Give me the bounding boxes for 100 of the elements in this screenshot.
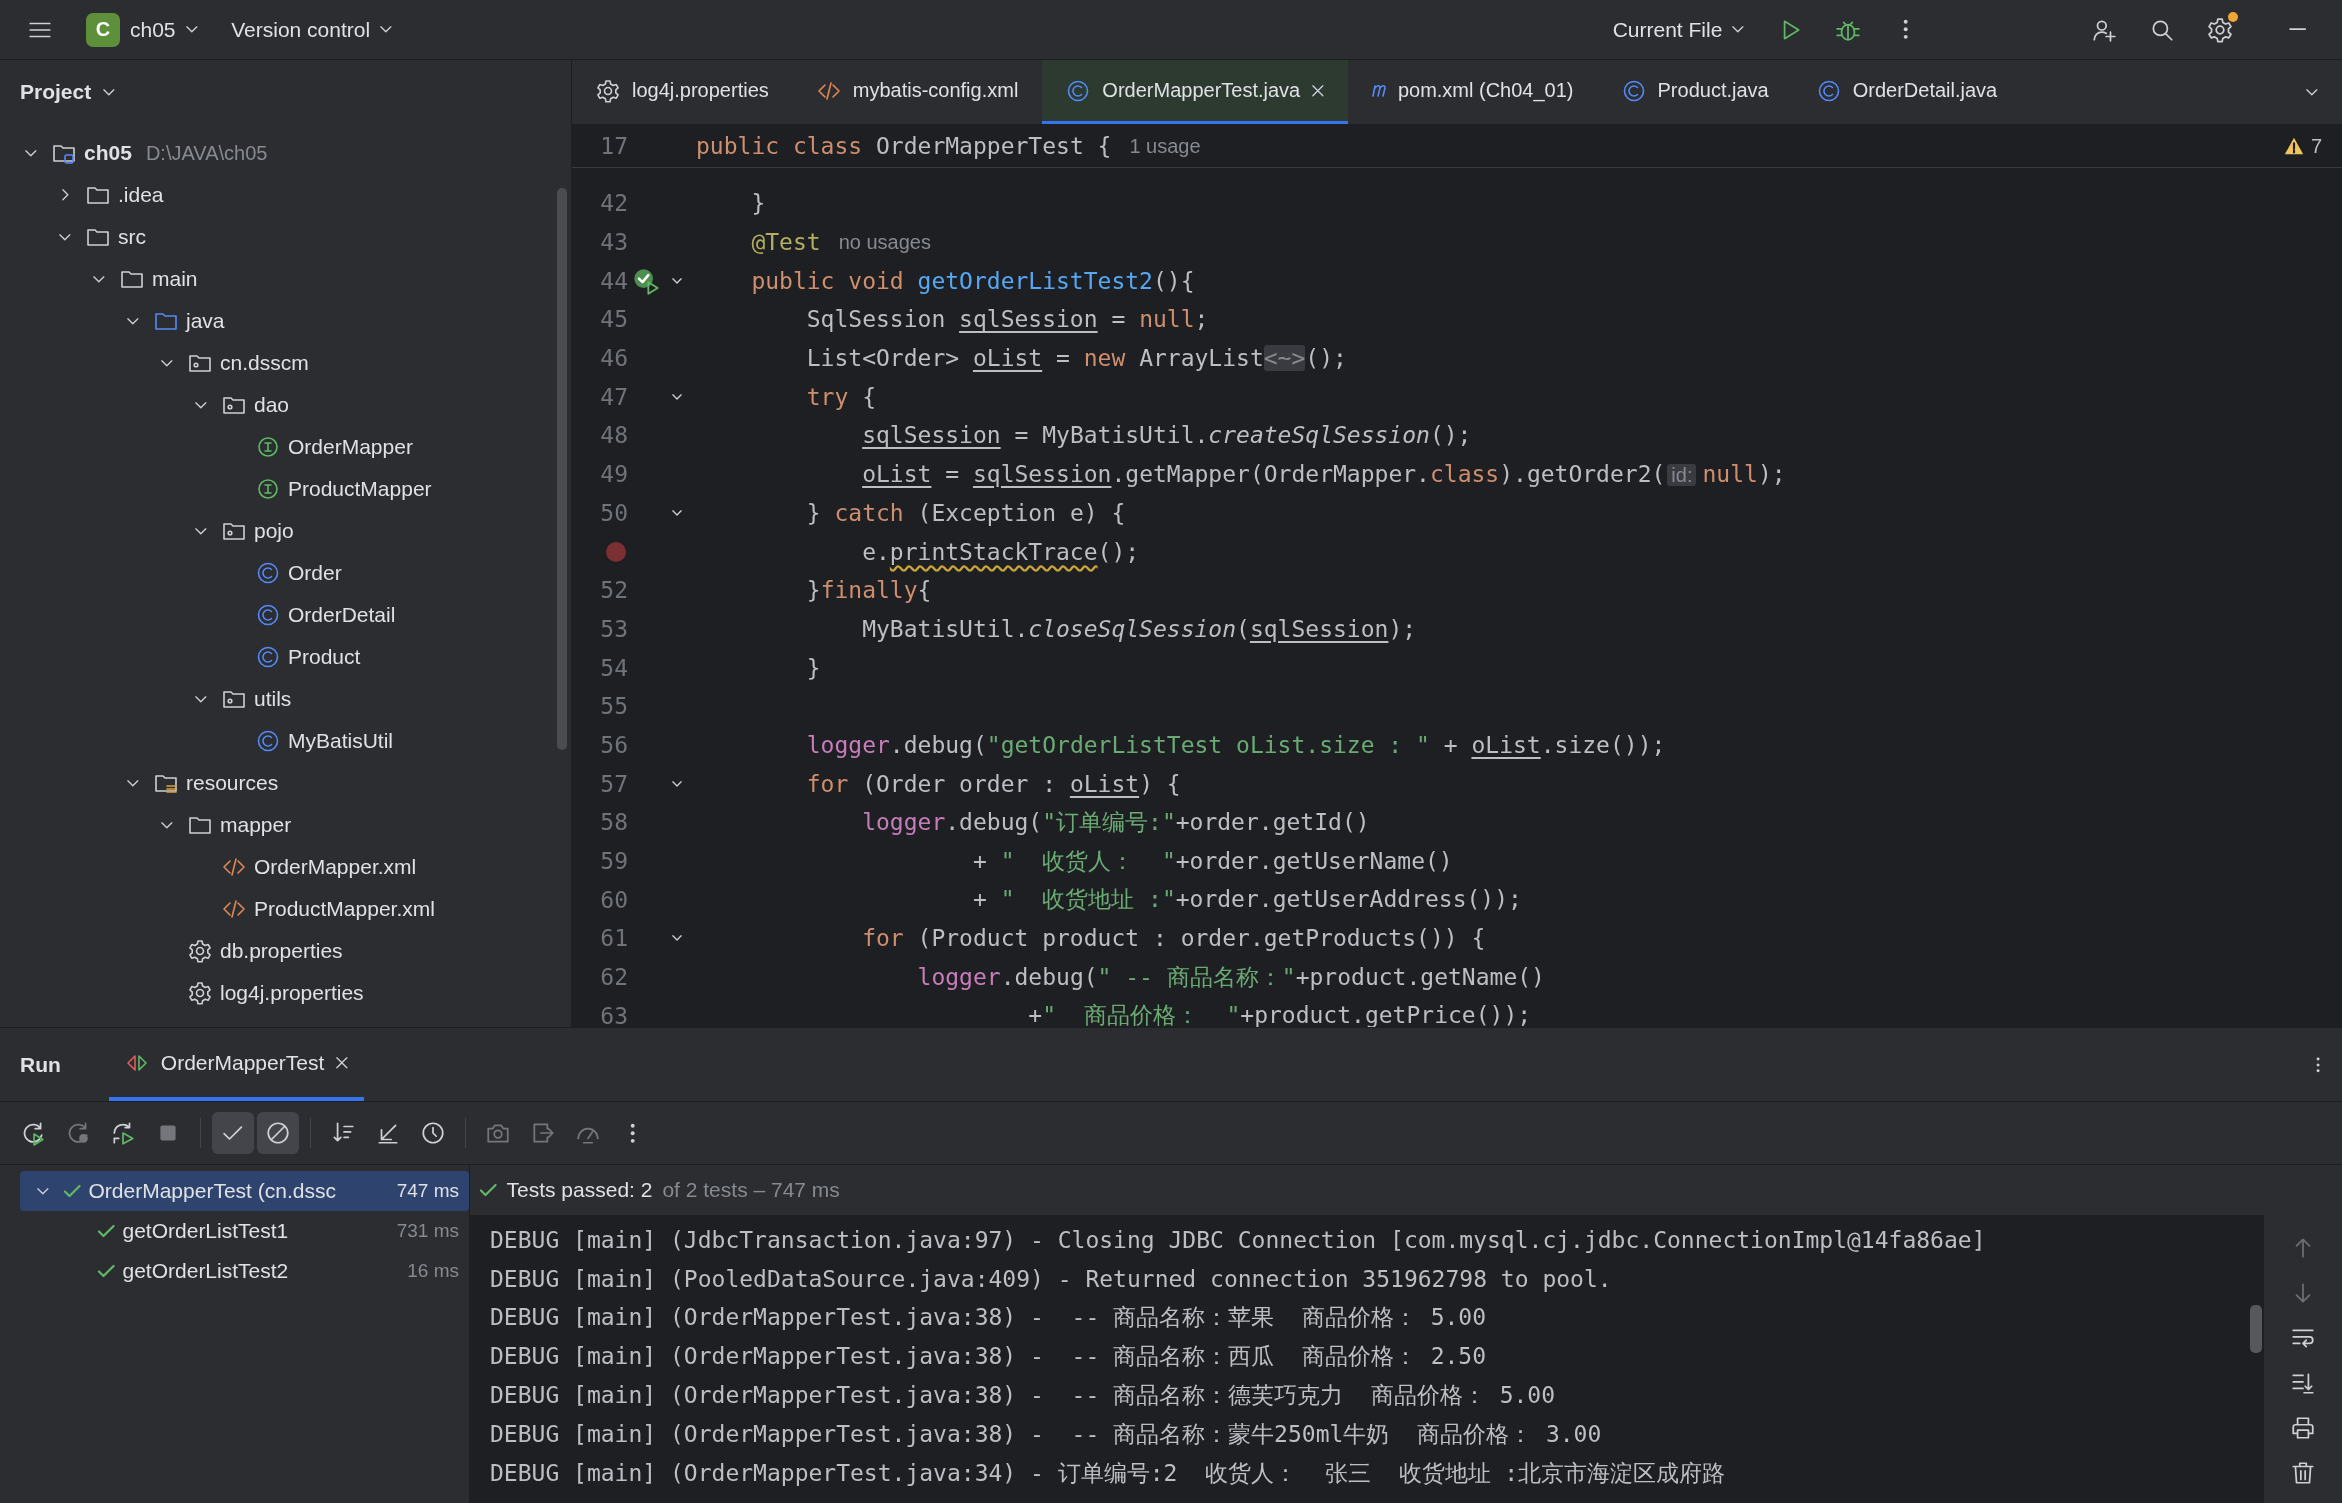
line-number: 44 xyxy=(600,267,628,294)
run-check-icon[interactable] xyxy=(632,266,660,295)
line-number: 62 xyxy=(600,964,628,991)
project-view-selector[interactable]: Project xyxy=(20,80,115,104)
tree-item[interactable]: main xyxy=(152,267,198,291)
code-line: for (Product product : order.getProducts()) { xyxy=(862,925,1486,952)
code-line: MyBatisUtil.closeSqlSession(sqlSession); xyxy=(862,615,1417,642)
usage-hint[interactable]: no usages xyxy=(838,230,931,254)
chevron-down-icon[interactable] xyxy=(195,401,207,409)
project-switcher[interactable]: C ch05 xyxy=(74,7,210,52)
console-line: DEBUG [main] (JdbcTransaction.java:97) - Closing JDBC Connection [com.mysql.cj.jdbc.ConnectionImpl@14fa86ae] xyxy=(490,1226,1986,1256)
editor-tab[interactable]: log4j.properties xyxy=(572,60,793,124)
more-icon xyxy=(2315,1056,2321,1073)
close-icon[interactable] xyxy=(1312,84,1324,97)
tree-item[interactable]: OrderDetail xyxy=(288,603,396,627)
class-icon xyxy=(256,729,280,753)
editor-tab[interactable]: OrderDetail.java xyxy=(1792,60,2022,124)
tree-item[interactable]: OrderMapper.xml xyxy=(254,855,417,879)
chevron-right-icon[interactable] xyxy=(61,189,69,201)
toolbar-button[interactable] xyxy=(257,1112,299,1154)
close-icon[interactable] xyxy=(336,1056,348,1069)
gear-icon xyxy=(596,78,620,103)
chevron-down-icon[interactable] xyxy=(195,527,207,535)
tree-item[interactable]: java xyxy=(186,309,225,333)
test-row[interactable]: getOrderListTest2 16 ms xyxy=(20,1251,469,1291)
chevron-down-icon[interactable] xyxy=(127,779,139,787)
editor-tab[interactable]: Product.java xyxy=(1597,60,1793,124)
tree-item[interactable]: log4j.properties xyxy=(220,981,364,1005)
class-icon xyxy=(256,603,280,627)
warning-count[interactable]: 7 xyxy=(2282,134,2322,158)
console-line: DEBUG [main] (OrderMapperTest.java:34) - 订单编号:2 收货人： 张三 收货地址 :北京市海淀区成府路 xyxy=(490,1458,1726,1488)
console-line: DEBUG [main] (OrderMapperTest.java:38) - -- 商品名称：西瓜 商品价格： 2.50 xyxy=(490,1342,1487,1372)
line-number: 57 xyxy=(600,770,628,797)
chevron-down-icon[interactable] xyxy=(25,149,37,157)
chevron-down-icon[interactable] xyxy=(59,233,71,241)
tree-item[interactable]: cn.dsscm xyxy=(220,351,309,375)
tree-item[interactable]: mapper xyxy=(220,813,292,837)
test-row[interactable]: OrderMapperTest (cn.dssc 747 ms xyxy=(20,1171,469,1211)
line-number: 48 xyxy=(600,422,628,449)
line-number: 50 xyxy=(600,499,628,526)
code-line: } catch (Exception e) { xyxy=(806,499,1126,526)
interface-icon xyxy=(256,477,280,501)
chevron-down-icon[interactable] xyxy=(93,275,105,283)
code-line: for (Order order : oList) { xyxy=(806,770,1181,797)
console-line: DEBUG [main] (PooledDataSource.java:409) - Returned connection 351962798 to pool. xyxy=(490,1265,1612,1295)
line-number: 59 xyxy=(600,848,628,875)
scrollbar[interactable] xyxy=(2250,1305,2262,1353)
panel-title: Run xyxy=(20,1052,61,1077)
class-icon xyxy=(1621,78,1646,103)
tree-item[interactable]: dao xyxy=(254,393,290,417)
code-line: }finally{ xyxy=(806,577,932,604)
line-number: 45 xyxy=(600,306,628,333)
chevron-down-icon[interactable] xyxy=(161,821,173,829)
tree-item[interactable]: ch05 xyxy=(84,141,132,165)
chevron-down-icon[interactable] xyxy=(161,359,173,367)
chevron-down-icon[interactable] xyxy=(195,695,207,703)
class-icon xyxy=(1066,78,1091,103)
code-line: sqlSession = MyBatisUtil.createSqlSession(); xyxy=(862,422,1472,449)
line-number: 53 xyxy=(600,615,628,642)
xml-file-icon xyxy=(222,897,246,921)
editor-tab[interactable]: OrderMapperTest.java xyxy=(1042,60,1348,124)
line-number: 47 xyxy=(600,383,628,410)
code-line: public void getOrderListTest2(){ xyxy=(751,267,1195,294)
tree-item[interactable]: .idea xyxy=(118,183,164,207)
chevron-down-icon xyxy=(1732,26,1744,33)
test-result: Tests passed: 2 xyxy=(506,1178,653,1202)
tree-item[interactable]: db.properties xyxy=(220,939,343,963)
more-icon xyxy=(630,1122,636,1144)
tree-item[interactable]: src xyxy=(118,225,146,249)
editor-tab[interactable]: mybatis-config.xml xyxy=(792,60,1043,124)
line-number: 54 xyxy=(600,654,628,681)
chevron-down-icon[interactable] xyxy=(127,317,139,325)
code-line: } xyxy=(806,654,821,681)
scrollbar[interactable] xyxy=(557,188,567,750)
line-number: 17 xyxy=(599,133,628,159)
test-row[interactable]: getOrderListTest1 731 ms xyxy=(20,1211,469,1251)
code-line: try { xyxy=(806,383,876,410)
minimize-icon xyxy=(2289,28,2307,31)
tree-item[interactable]: pojo xyxy=(254,519,294,543)
tree-item[interactable]: resources xyxy=(186,771,279,795)
tree-item[interactable]: ProductMapper xyxy=(288,477,432,501)
line-number: 63 xyxy=(600,1002,628,1027)
editor-tab[interactable]: pom.xml (Ch04_01) xyxy=(1347,60,1598,124)
vcs-menu[interactable]: Version control xyxy=(219,7,404,52)
usage-hint[interactable]: 1 usage xyxy=(1129,134,1201,158)
code-line: oList = sqlSession.getMapper(OrderMapper.class).getOrder2( id: null); xyxy=(862,461,1786,488)
chevron-down-icon[interactable] xyxy=(37,1187,49,1195)
tree-item[interactable]: MyBatisUtil xyxy=(288,729,393,753)
tree-item[interactable]: utils xyxy=(254,687,292,711)
code-line: SqlSession sqlSession = null; xyxy=(806,306,1209,333)
tree-item[interactable]: ProductMapper.xml xyxy=(254,897,435,921)
tree-item[interactable]: Order xyxy=(288,561,342,585)
maven-icon xyxy=(1371,84,1386,97)
project-path: D:\JAVA\ch05 xyxy=(145,141,268,165)
tree-item[interactable]: Product xyxy=(288,645,361,669)
run-tab[interactable]: OrderMapperTest xyxy=(108,1028,364,1101)
toolbar-button[interactable] xyxy=(212,1112,254,1154)
test-details: of 2 tests – 747 ms xyxy=(662,1178,840,1202)
tree-item[interactable]: OrderMapper xyxy=(288,435,413,459)
run-config-selector[interactable]: Current File xyxy=(1600,7,1756,52)
